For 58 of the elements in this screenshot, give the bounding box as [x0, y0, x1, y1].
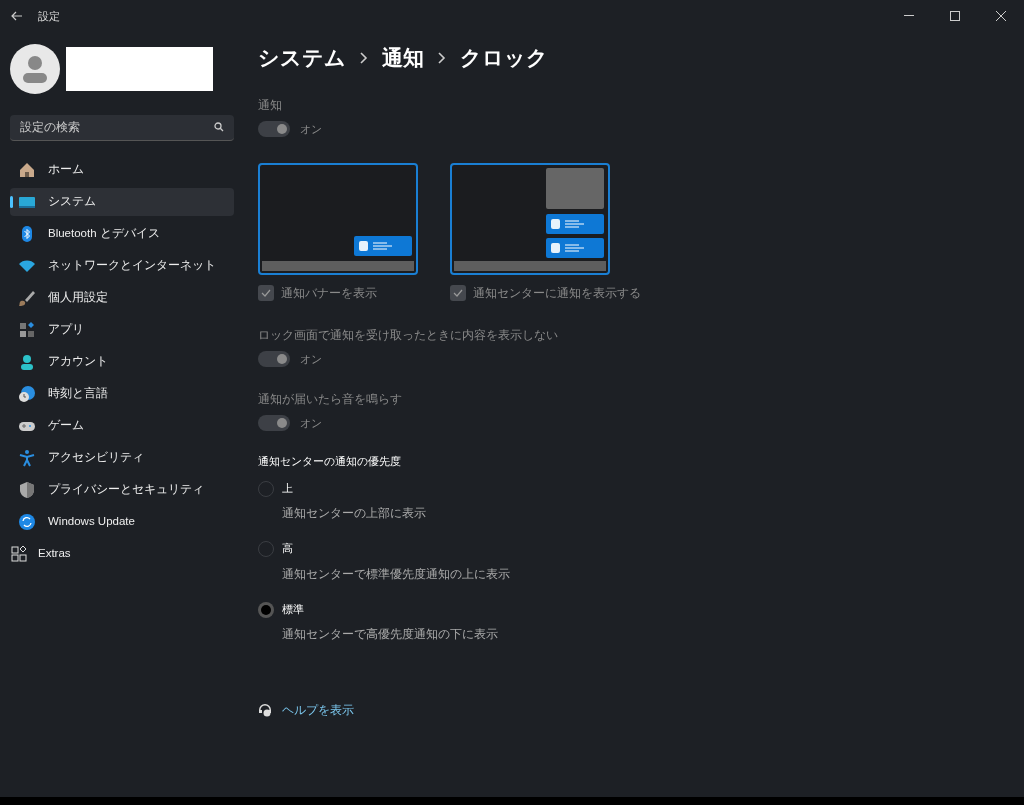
headset-icon — [258, 703, 272, 717]
search-icon — [214, 122, 224, 132]
sidebar-item[interactable]: ゲーム — [10, 412, 234, 440]
checkmark-icon — [453, 289, 463, 297]
checkbox-label: 通知センターに通知を表示する — [473, 285, 641, 302]
sidebar-item[interactable]: アカウント — [10, 348, 234, 376]
breadcrumb-link[interactable]: システム — [258, 42, 346, 74]
search-field[interactable]: 設定の検索 — [10, 114, 234, 141]
sidebar-item[interactable]: 個人用設定 — [10, 284, 234, 312]
option-label: 上 — [282, 480, 294, 496]
person-icon — [18, 353, 36, 371]
option-label: 標準 — [282, 601, 305, 617]
setting-label: ロック画面で通知を受け取ったときに内容を表示しない — [258, 327, 559, 344]
globe-clock-icon — [18, 385, 36, 403]
breadcrumb-link[interactable]: 通知 — [382, 42, 424, 74]
sidebar-item[interactable]: システム — [10, 188, 234, 216]
sidebar-item[interactable]: Extras — [10, 540, 234, 568]
checkmark-icon — [261, 289, 271, 297]
option-description: 通知センターで高優先度通知の下に表示 — [282, 626, 498, 643]
refresh-icon — [18, 513, 36, 531]
sidebar-item[interactable]: 時刻と言語 — [10, 380, 234, 408]
toggle-label: オン — [300, 415, 322, 431]
sidebar-item[interactable]: Windows Update — [10, 508, 234, 536]
setting-label: 通知が届いたら音を鳴らす — [258, 390, 403, 408]
toggle-label: オン — [300, 352, 322, 367]
option-label: 高 — [282, 541, 294, 556]
toggle-label: オン — [300, 121, 322, 137]
notification-center-icon — [546, 168, 604, 260]
section-title: 通知センターの通知の優先度 — [258, 454, 402, 469]
sidebar-item[interactable]: ホーム — [10, 156, 234, 184]
radio-button[interactable] — [258, 601, 274, 618]
sidebar-item[interactable]: プライバシーとセキュリティ — [10, 476, 234, 504]
option-description: 通知センターで標準優先度通知の上に表示 — [282, 565, 510, 583]
maximize-icon — [950, 11, 960, 21]
checkbox-label: 通知バナーを表示 — [281, 285, 377, 302]
avatar-icon — [10, 44, 60, 94]
help-link[interactable]: ヘルプを表示 — [282, 701, 354, 719]
shield-icon — [18, 481, 36, 499]
option-description: 通知センターの上部に表示 — [282, 505, 426, 522]
house-icon — [18, 161, 36, 179]
back-arrow-icon[interactable] — [11, 10, 23, 22]
sidebar-item[interactable]: アクセシビリティ — [10, 444, 234, 472]
apps-grid-icon — [18, 321, 36, 339]
chevron-icon — [438, 51, 446, 64]
close-icon — [996, 11, 1006, 21]
sidebar-item[interactable]: アプリ — [10, 316, 234, 344]
accessibility-person-icon — [18, 449, 36, 467]
chevron-icon — [360, 51, 368, 64]
brush-icon — [18, 289, 36, 307]
notification-banner-icon — [354, 236, 412, 256]
minimize-icon — [904, 15, 914, 17]
sidebar-item[interactable]: Bluetooth とデバイス — [10, 220, 234, 248]
apps-grid-icon — [10, 545, 28, 563]
selection-indicator — [10, 196, 13, 208]
setting-label: 通知 — [258, 96, 283, 114]
page-title: クロック — [460, 45, 548, 71]
sidebar-item[interactable]: ネットワークとインターネット — [10, 252, 234, 280]
window-title: 設定 — [38, 8, 60, 24]
